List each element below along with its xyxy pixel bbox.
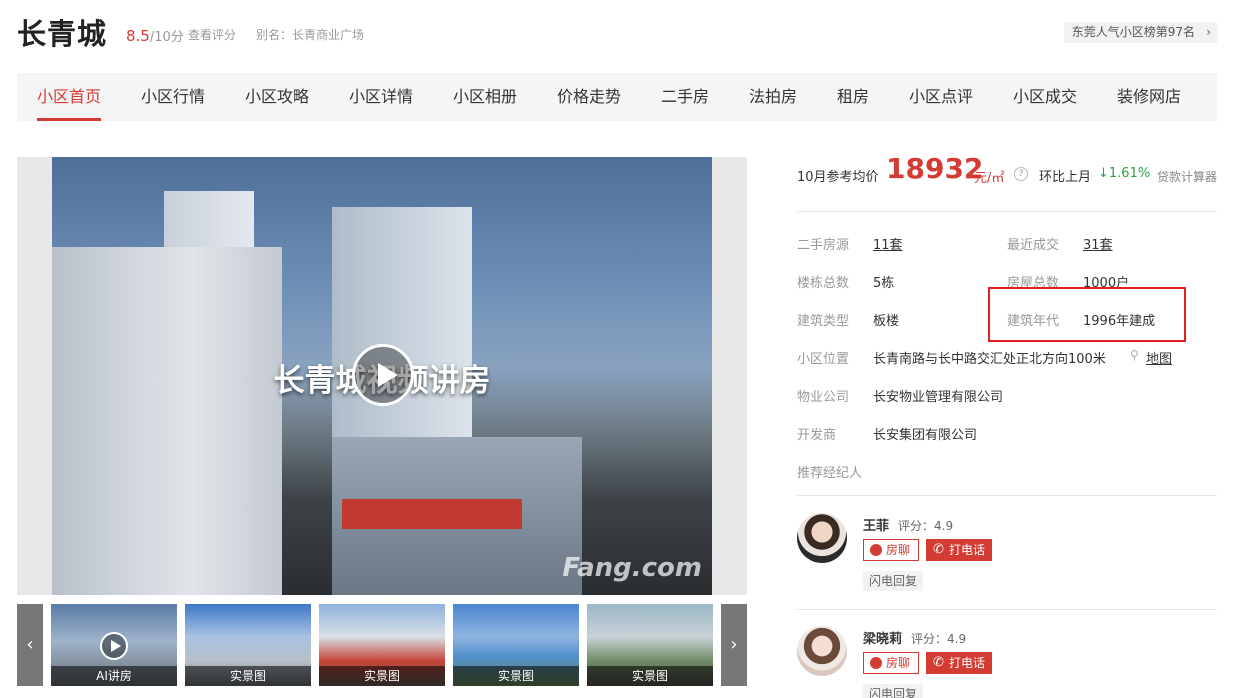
chevron-right-icon: › — [1206, 25, 1211, 39]
building-shape — [52, 247, 282, 595]
thumbnail-strip: ‹ AI讲房 实景图 实景图 实景图 实景图 › — [17, 604, 747, 686]
chat-button[interactable]: 房聊 — [863, 539, 919, 561]
chat-bubble-icon — [870, 544, 882, 556]
building-type-label: 建筑类型 — [797, 314, 850, 329]
chat-bubble-icon — [870, 657, 882, 669]
play-icon — [100, 632, 128, 660]
chat-button-label: 房聊 — [886, 656, 911, 670]
developer-label: 开发商 — [797, 428, 837, 443]
location-label: 小区位置 — [797, 352, 850, 367]
chat-button[interactable]: 房聊 — [863, 652, 919, 674]
map-link[interactable]: 地图 — [1146, 348, 1172, 367]
video-player[interactable]: Fang.com 长青城视频讲房 — [17, 157, 747, 595]
chat-button-label: 房聊 — [886, 543, 911, 557]
mom-label: 环比上月 — [1039, 170, 1092, 185]
property-company-label: 物业公司 — [797, 390, 850, 405]
popularity-rank-badge[interactable]: 东莞人气小区榜第97名 › — [1063, 22, 1217, 43]
community-alias: 别名：长青商业广场 — [256, 28, 365, 42]
recent-deal-link[interactable]: 31套 — [1083, 234, 1113, 253]
property-company-value: 长安物业管理有限公司 — [873, 390, 1004, 405]
phone-icon: ✆ — [933, 542, 944, 557]
mom-change-value: ↓1.61% — [1098, 166, 1151, 181]
thumbnail-item[interactable]: 实景图 — [185, 604, 311, 686]
community-score: 8.5/10分 — [126, 26, 184, 45]
buildings-label: 楼栋总数 — [797, 276, 850, 291]
price-value: 18932 — [886, 152, 984, 185]
tab-reviews[interactable]: 小区点评 — [909, 73, 973, 121]
thumbnail-item[interactable]: 实景图 — [587, 604, 713, 686]
thumbnail-caption: 实景图 — [319, 666, 445, 686]
agent-rating: 评分：4.9 — [911, 632, 967, 646]
recommended-agents-label: 推荐经纪人 — [797, 466, 863, 481]
play-icon[interactable] — [352, 344, 414, 406]
tab-price-trend[interactable]: 价格走势 — [557, 73, 621, 121]
thumbnail-item[interactable]: 实景图 — [453, 604, 579, 686]
tab-market[interactable]: 小区行情 — [141, 73, 205, 121]
price-label: 10月参考均价 — [797, 170, 879, 185]
view-score-link[interactable]: 查看评分 — [188, 26, 236, 43]
thumbnail-caption: AI讲房 — [51, 666, 177, 686]
price-unit: 元/㎡ — [974, 171, 1005, 186]
agent-name[interactable]: 梁晓莉 — [863, 628, 902, 647]
shop-sign-shape — [342, 499, 522, 529]
score-suffix: /10分 — [149, 30, 184, 45]
agent-card: 梁晓莉 评分：4.9 房聊 ✆ 打电话 闪电回复 — [797, 626, 1217, 698]
tab-guide[interactable]: 小区攻略 — [245, 73, 309, 121]
call-button-label: 打电话 — [949, 656, 986, 670]
building-type-value: 板楼 — [873, 314, 900, 329]
call-button[interactable]: ✆ 打电话 — [926, 539, 992, 561]
divider — [797, 211, 1217, 212]
divider — [797, 495, 1217, 496]
community-nav: 小区首页 小区行情 小区攻略 小区详情 小区相册 价格走势 二手房 法拍房 租房… — [17, 73, 1217, 121]
avatar[interactable] — [797, 626, 847, 676]
loan-calculator-link[interactable]: 贷款计算器 — [1157, 168, 1217, 185]
agent-rating: 评分：4.9 — [898, 519, 954, 533]
community-photo: Fang.com 长青城视频讲房 — [52, 157, 712, 595]
score-value: 8.5 — [126, 27, 150, 45]
page-title: 长青城 — [17, 17, 108, 51]
prev-arrow-button[interactable]: ‹ — [17, 604, 43, 686]
thumbnail-caption: 实景图 — [185, 666, 311, 686]
thumbnail-caption: 实景图 — [453, 666, 579, 686]
thumbnail-item[interactable]: AI讲房 — [51, 604, 177, 686]
call-button[interactable]: ✆ 打电话 — [926, 652, 992, 674]
fang-watermark: Fang.com — [562, 553, 702, 583]
thumbnail-caption: 实景图 — [587, 666, 713, 686]
tab-community-home[interactable]: 小区首页 — [37, 73, 102, 121]
developer-value: 长安集团有限公司 — [873, 428, 978, 443]
tab-decoration[interactable]: 装修网店 — [1117, 73, 1181, 121]
phone-icon: ✆ — [933, 655, 944, 670]
second-hand-link[interactable]: 11套 — [873, 234, 903, 253]
call-button-label: 打电话 — [949, 543, 986, 557]
tab-deals[interactable]: 小区成交 — [1013, 73, 1077, 121]
avatar[interactable] — [797, 513, 847, 563]
highlight-annotation-box — [988, 287, 1186, 342]
agent-card: 王菲 评分：4.9 房聊 ✆ 打电话 闪电回复 — [797, 513, 1217, 613]
buildings-value: 5栋 — [873, 276, 895, 291]
page-header: 长青城 8.5/10分 查看评分 别名：长青商业广场 东莞人气小区榜第97名 › — [17, 14, 1217, 54]
rank-badge-label: 东莞人气小区榜第97名 — [1071, 25, 1195, 39]
next-arrow-button[interactable]: › — [721, 604, 747, 686]
tab-details[interactable]: 小区详情 — [349, 73, 413, 121]
map-pin-icon: ⚲ — [1130, 348, 1139, 362]
price-row: 10月参考均价 18932 元/㎡ ? 环比上月 ↓1.61% 贷款计算器 — [797, 150, 1217, 190]
tab-album[interactable]: 小区相册 — [453, 73, 517, 121]
tab-second-hand[interactable]: 二手房 — [661, 73, 709, 121]
quick-reply-badge: 闪电回复 — [863, 684, 924, 698]
location-value: 长青南路与长中路交汇处正北方向100米 — [873, 352, 1106, 367]
second-hand-label: 二手房源 — [797, 238, 850, 253]
tab-auction[interactable]: 法拍房 — [749, 73, 797, 121]
agent-name[interactable]: 王菲 — [863, 515, 889, 534]
thumbnail-item[interactable]: 实景图 — [319, 604, 445, 686]
tab-rent[interactable]: 租房 — [837, 73, 869, 121]
recent-deal-label: 最近成交 — [1007, 238, 1060, 253]
quick-reply-badge: 闪电回复 — [863, 571, 924, 591]
help-icon[interactable]: ? — [1014, 167, 1028, 181]
